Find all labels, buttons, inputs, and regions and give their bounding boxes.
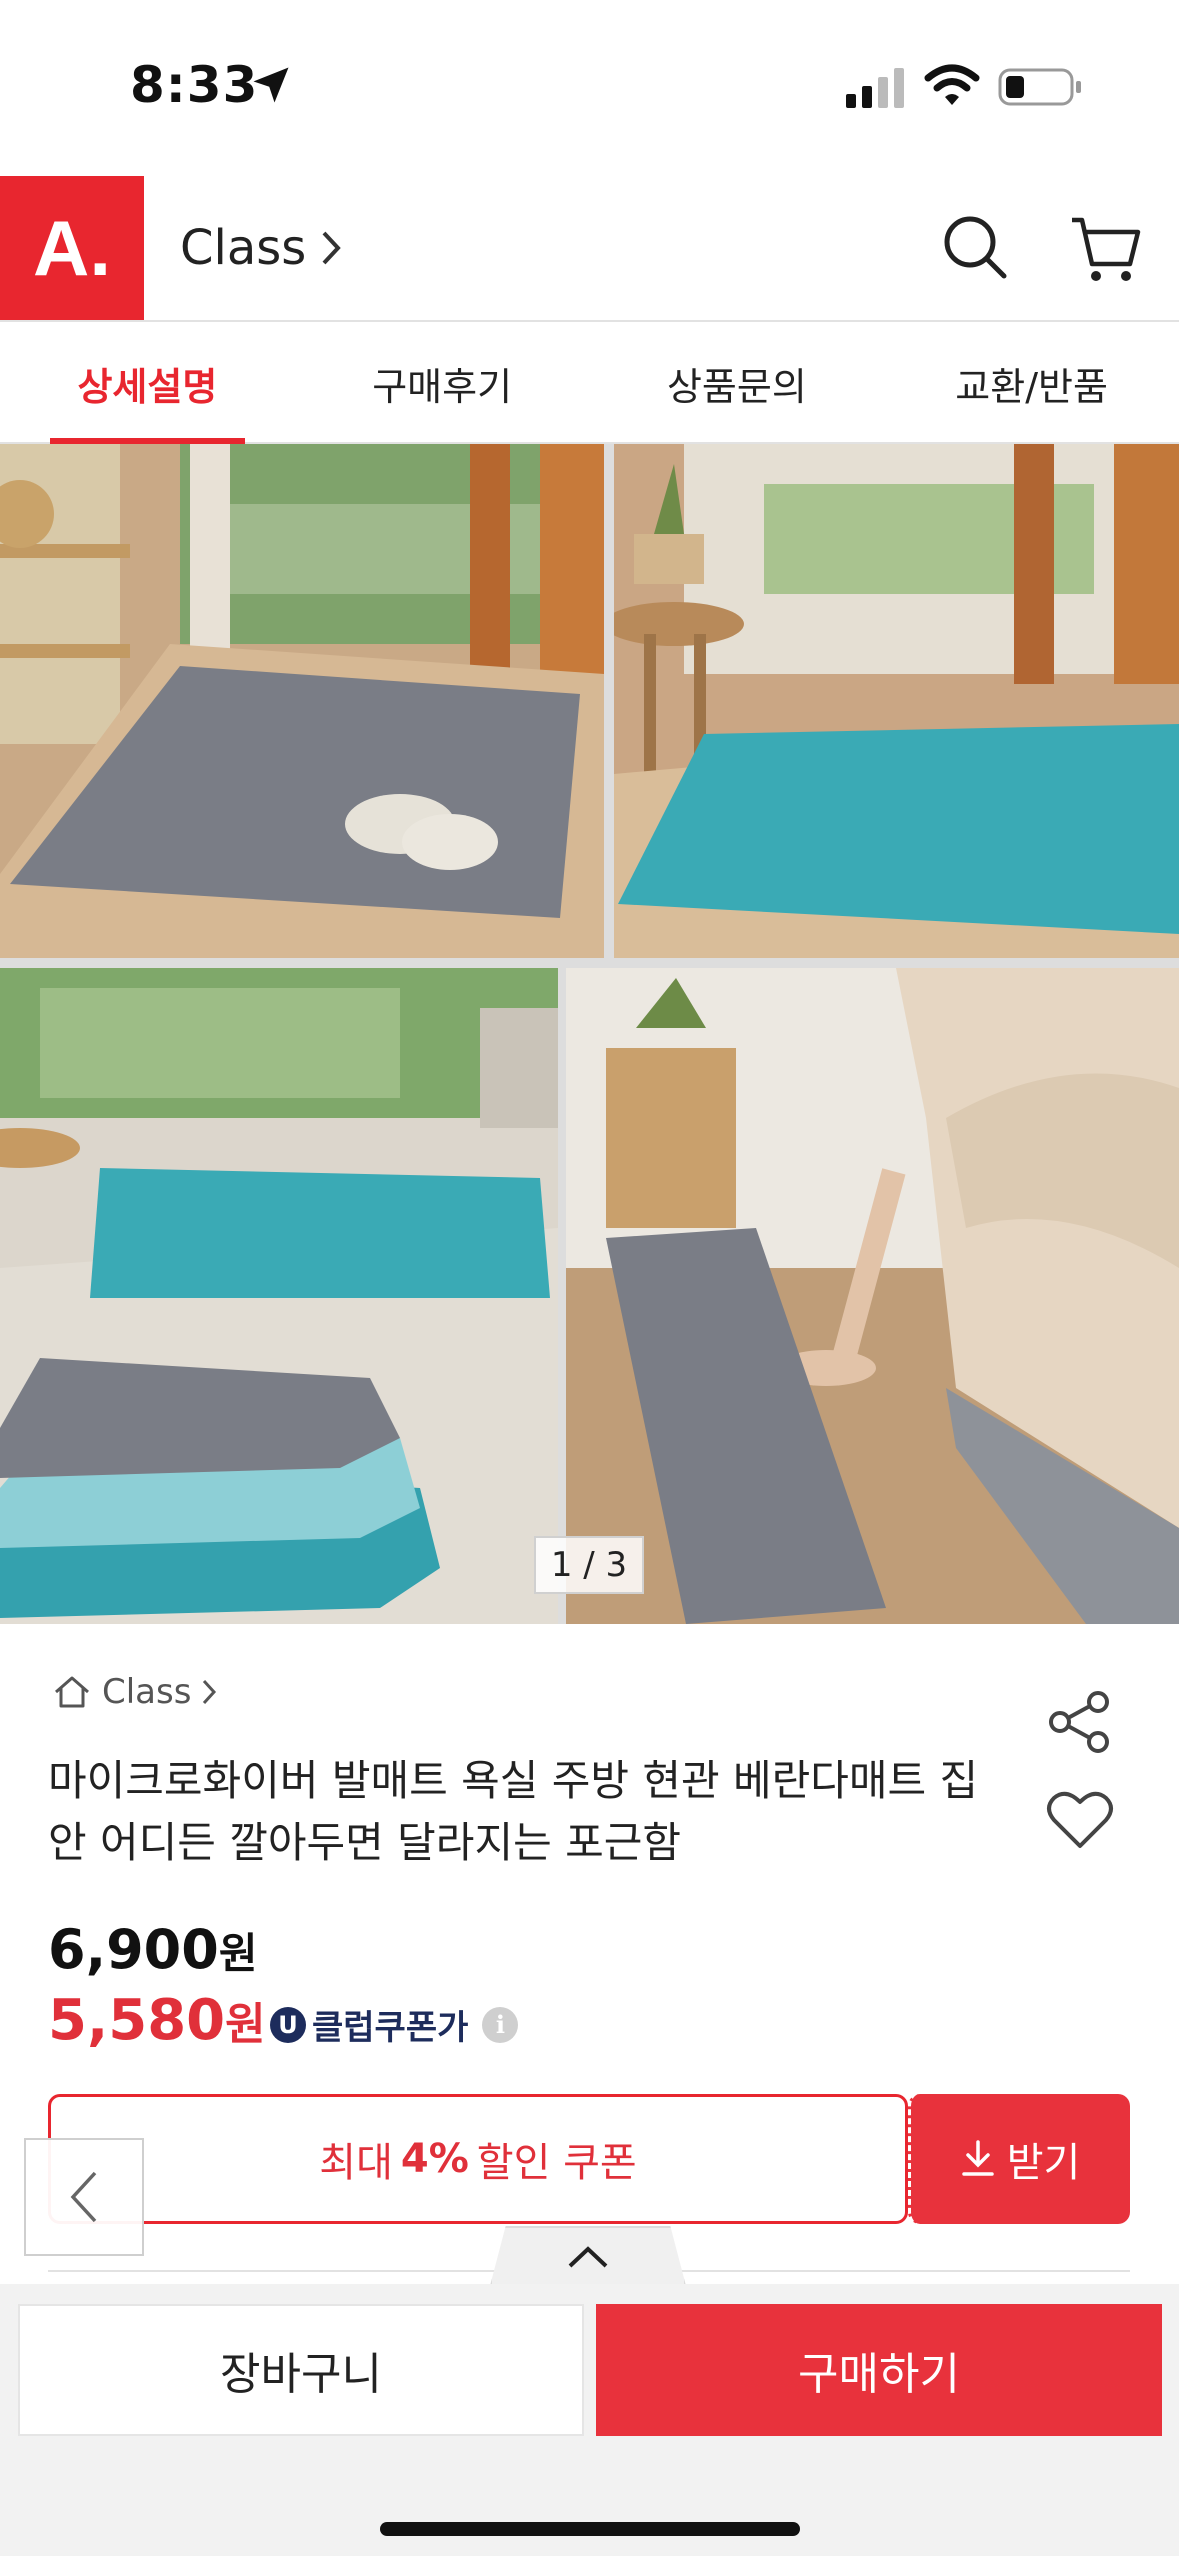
- tab-description[interactable]: 상세설명: [0, 324, 295, 444]
- store-title: Class: [180, 220, 307, 276]
- product-image-stacked-mats: [0, 968, 558, 1624]
- original-price: 6,900원: [48, 1918, 257, 1981]
- buy-now-button[interactable]: 구매하기: [596, 2304, 1162, 2436]
- share-icon[interactable]: [1046, 1688, 1114, 1756]
- chevron-up-icon: [568, 2246, 608, 2268]
- heart-icon[interactable]: [1046, 1790, 1114, 1850]
- club-coupon-label: U 클럽쿠폰가 i: [270, 2000, 519, 2049]
- chevron-left-icon: [70, 2171, 97, 2223]
- location-arrow-icon: [253, 67, 289, 103]
- gallery-pager: 1 / 3: [534, 1536, 644, 1594]
- tab-inquiry[interactable]: 상품문의: [590, 324, 885, 442]
- breadcrumb-store: Class: [102, 1672, 192, 1712]
- coupon-percent: 4%: [400, 2136, 469, 2182]
- coupon-prefix: 최대: [319, 2140, 393, 2186]
- product-image-gallery[interactable]: 1 / 3: [0, 444, 1179, 1624]
- sale-price: 5,580원: [48, 1988, 266, 2053]
- status-bar: 8:33: [0, 0, 1179, 170]
- app-header: A. Class: [0, 176, 1179, 322]
- product-image-gray-mat-bedside: [566, 968, 1179, 1624]
- home-icon: [55, 1676, 89, 1708]
- cellular-signal-icon: [846, 68, 904, 108]
- search-icon[interactable]: [940, 212, 1010, 282]
- sale-price-value: 5,580: [48, 1988, 226, 2053]
- product-image-teal-mat-entrance: [614, 444, 1179, 958]
- add-to-cart-button[interactable]: 장바구니: [18, 2304, 584, 2436]
- tab-reviews[interactable]: 구매후기: [295, 324, 590, 442]
- detail-tabs: 상세설명 구매후기 상품문의 교환/반품: [0, 324, 1179, 444]
- status-time: 8:33: [130, 56, 259, 114]
- download-icon: [961, 2140, 994, 2176]
- product-title: 마이크로화이버 발매트 욕실 주방 현관 베란다매트 집안 어디든 깔아두면 달…: [48, 1756, 979, 1867]
- app-logo[interactable]: A.: [0, 176, 144, 320]
- bottom-action-bar: 장바구니 구매하기: [0, 2284, 1179, 2556]
- info-icon[interactable]: i: [482, 2006, 519, 2043]
- original-price-value: 6,900: [48, 1918, 219, 1981]
- expand-panel-button[interactable]: [490, 2226, 686, 2286]
- back-button[interactable]: [24, 2138, 144, 2256]
- breadcrumb[interactable]: Class: [52, 1672, 217, 1712]
- chevron-right-icon: [203, 1679, 217, 1705]
- club-coupon-text: 클럽쿠폰가: [312, 2008, 469, 2048]
- coupon-suffix: 할인 쿠폰: [476, 2140, 637, 2186]
- currency-unit: 원: [218, 1929, 258, 1978]
- chevron-right-icon: [322, 231, 342, 265]
- product-image-gray-mat-entrance: [0, 444, 604, 958]
- home-indicator: [380, 2522, 800, 2536]
- coupon-banner[interactable]: 최대 4% 할인 쿠폰: [48, 2094, 908, 2224]
- currency-unit: 원: [225, 1999, 266, 2050]
- cart-icon[interactable]: [1068, 212, 1142, 286]
- coupon-download-label: 받기: [1006, 2140, 1081, 2186]
- coupon-download-button[interactable]: 받기: [908, 2094, 1130, 2224]
- tab-exchange-return[interactable]: 교환/반품: [884, 324, 1179, 442]
- store-title-link[interactable]: Class: [180, 220, 342, 276]
- wifi-icon: [924, 64, 980, 105]
- club-u-badge-icon: U: [270, 2006, 306, 2043]
- battery-icon: [998, 68, 1081, 106]
